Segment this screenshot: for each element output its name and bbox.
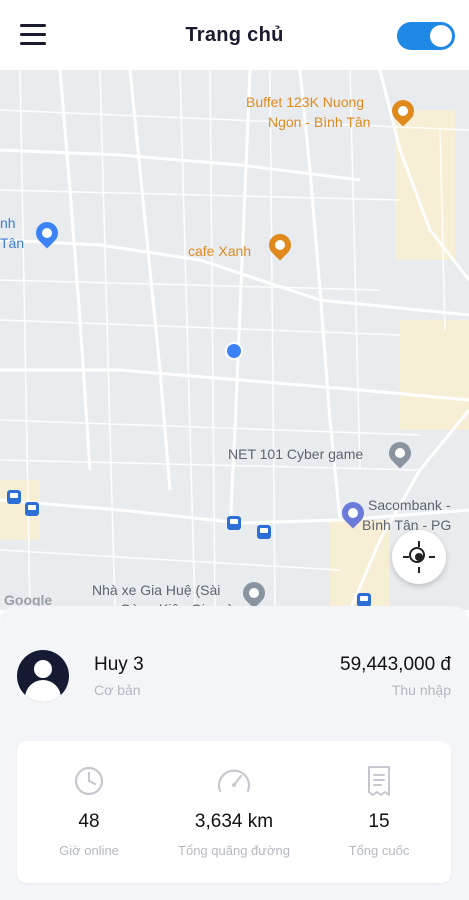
avatar[interactable] [17, 650, 69, 702]
stat-label: Giờ online [59, 843, 119, 858]
current-location-dot [227, 344, 241, 358]
bus-stop-icon[interactable] [227, 516, 241, 530]
receipt-icon [368, 766, 390, 796]
page-title: Trang chủ [185, 23, 284, 46]
my-location-button[interactable] [392, 530, 446, 584]
poi-net[interactable]: NET 101 Cyber game [228, 446, 363, 462]
poi-buffet-line2[interactable]: Ngon - Bình Tân [268, 114, 370, 130]
income-amount: 59,443,000 đ [340, 654, 451, 675]
online-toggle[interactable] [397, 22, 455, 50]
stat-value: 48 [78, 811, 100, 832]
poi-left-line1[interactable]: nh [0, 215, 16, 231]
driver-summary-sheet: Huy 3 Cơ bản 59,443,000 đ Thu nhập 48 Gi… [0, 606, 469, 900]
poi-left-line2[interactable]: Tân [0, 235, 24, 251]
stat-total-distance: 3,634 km Tổng quãng đường [162, 741, 306, 883]
map-view[interactable]: Buffet 123K Nuong Ngon - Bình Tân cafe X… [0, 70, 469, 610]
stat-online-hours: 48 Giờ online [17, 741, 161, 883]
speedometer-icon [217, 769, 251, 793]
clock-icon [74, 766, 104, 796]
poi-nhaxe-line1[interactable]: Nhà xe Gia Huệ (Sài [92, 582, 220, 598]
poi-sacombank-line2[interactable]: Bình Tân - PG [362, 517, 451, 533]
income-label: Thu nhập [391, 682, 451, 698]
top-bar: Trang chủ [0, 0, 469, 70]
driver-name: Huy 3 [94, 654, 144, 675]
stat-value: 3,634 km [194, 811, 274, 832]
menu-icon[interactable] [20, 24, 46, 46]
stat-label: Tổng cuốc [348, 843, 410, 858]
driver-tier: Cơ bản [94, 682, 141, 698]
bus-stop-icon[interactable] [357, 593, 371, 607]
poi-cafe[interactable]: cafe Xanh [188, 243, 251, 259]
stats-card: 48 Giờ online 3,634 km Tổng quãng đường … [17, 741, 451, 883]
bus-stop-icon[interactable] [257, 525, 271, 539]
poi-buffet-line1[interactable]: Buffet 123K Nuong [246, 94, 364, 110]
bus-stop-icon[interactable] [7, 490, 21, 504]
bus-stop-icon[interactable] [25, 502, 39, 516]
stat-total-trips: 15 Tổng cuốc [307, 741, 451, 883]
toggle-knob [430, 25, 452, 47]
stat-label: Tổng quãng đường [178, 843, 290, 858]
stat-value: 15 [368, 811, 390, 832]
poi-sacombank-line1[interactable]: Sacombank - [368, 497, 450, 513]
